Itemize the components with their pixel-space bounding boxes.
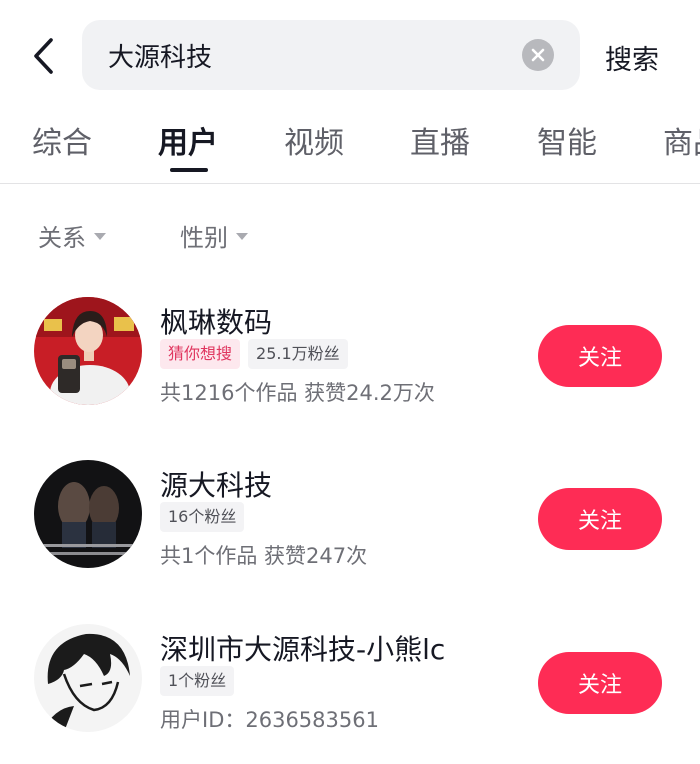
user-tags: 猜你想搜 25.1万粉丝 bbox=[160, 339, 348, 369]
avatar[interactable] bbox=[34, 624, 142, 732]
chevron-left-icon bbox=[34, 38, 53, 74]
caret-down-icon bbox=[94, 233, 106, 240]
tab-general[interactable]: 综合 bbox=[32, 118, 92, 162]
follower-count-tag: 16个粉丝 bbox=[160, 502, 245, 532]
follower-count-tag: 1个粉丝 bbox=[160, 666, 235, 696]
user-stats: 共1216个作品 获赞24.2万次 bbox=[160, 381, 435, 405]
active-tab-indicator bbox=[170, 168, 208, 172]
result-tabs: 综合 用户 视频 直播 智能 商品 bbox=[0, 118, 700, 184]
follower-count-tag: 25.1万粉丝 bbox=[248, 339, 348, 369]
search-box bbox=[82, 20, 580, 90]
caret-down-icon bbox=[236, 233, 248, 240]
filter-label: 关系 bbox=[38, 224, 86, 252]
user-tags: 1个粉丝 bbox=[160, 666, 235, 696]
filter-relationship[interactable]: 关系 bbox=[38, 218, 106, 253]
follow-button[interactable]: 关注 bbox=[538, 488, 662, 550]
user-name: 深圳市大源科技-小熊lc bbox=[160, 633, 446, 666]
avatar[interactable] bbox=[34, 297, 142, 405]
search-button[interactable]: 搜索 bbox=[605, 38, 659, 77]
follow-button[interactable]: 关注 bbox=[538, 325, 662, 387]
user-result-item[interactable]: 深圳市大源科技-小熊lc 1个粉丝 用户ID：2636583561 关注 bbox=[0, 624, 700, 764]
user-tags: 16个粉丝 bbox=[160, 502, 245, 532]
user-id: 用户ID：2636583561 bbox=[160, 708, 379, 732]
search-header: 搜索 bbox=[0, 0, 700, 110]
avatar[interactable] bbox=[34, 460, 142, 568]
clear-x-icon bbox=[531, 48, 545, 62]
search-input[interactable] bbox=[108, 40, 508, 70]
user-name: 源大科技 bbox=[160, 469, 273, 502]
back-button[interactable] bbox=[22, 34, 66, 78]
tab-users[interactable]: 用户 bbox=[158, 118, 218, 162]
tab-live[interactable]: 直播 bbox=[410, 118, 470, 162]
tab-videos[interactable]: 视频 bbox=[284, 118, 344, 162]
user-stats: 共1个作品 获赞247次 bbox=[160, 544, 368, 568]
follow-button[interactable]: 关注 bbox=[538, 652, 662, 714]
tab-ai[interactable]: 智能 bbox=[537, 118, 597, 162]
filter-label: 性别 bbox=[180, 224, 228, 252]
suggested-tag: 猜你想搜 bbox=[160, 339, 241, 369]
user-result-item[interactable]: 枫琳数码 猜你想搜 25.1万粉丝 共1216个作品 获赞24.2万次 关注 bbox=[0, 297, 700, 437]
user-result-item[interactable]: 源大科技 16个粉丝 共1个作品 获赞247次 关注 bbox=[0, 460, 700, 600]
tab-products[interactable]: 商品 bbox=[663, 118, 700, 162]
tabs-divider bbox=[0, 183, 700, 184]
clear-search-button[interactable] bbox=[522, 39, 554, 71]
filter-gender[interactable]: 性别 bbox=[180, 218, 248, 253]
user-name: 枫琳数码 bbox=[160, 306, 273, 339]
